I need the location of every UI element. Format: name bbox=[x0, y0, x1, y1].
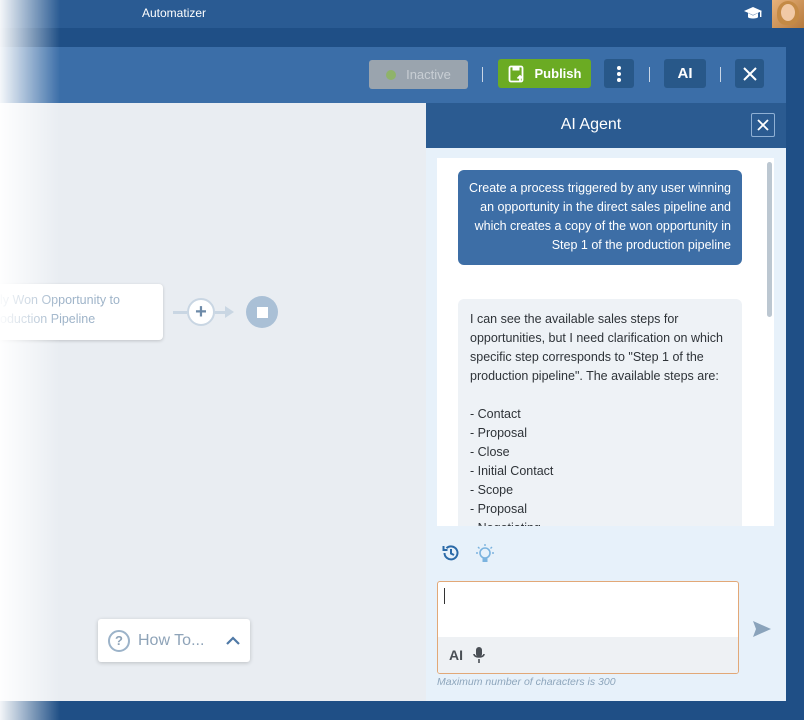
inactive-label: Inactive bbox=[406, 67, 451, 82]
process-canvas[interactable]: ly Won Opportunity to oduction Pipeline … bbox=[0, 103, 426, 701]
add-step-button[interactable]: + bbox=[187, 298, 215, 326]
process-node[interactable]: ly Won Opportunity to oduction Pipeline bbox=[0, 284, 163, 340]
ai-icon: AI bbox=[677, 65, 693, 82]
more-options-button[interactable] bbox=[604, 59, 634, 88]
more-vertical-icon bbox=[617, 65, 621, 82]
stop-icon bbox=[256, 306, 268, 318]
arrow-icon bbox=[225, 306, 234, 318]
history-icon[interactable] bbox=[441, 543, 461, 563]
agent-message: I can see the available sales steps for … bbox=[458, 299, 742, 526]
publish-icon bbox=[508, 65, 523, 82]
chat-history[interactable]: Create a process triggered by any user w… bbox=[437, 158, 774, 526]
ai-panel-title: AI Agent bbox=[560, 116, 622, 133]
microphone-icon[interactable] bbox=[473, 646, 485, 664]
how-to-label: How To... bbox=[138, 631, 205, 649]
publish-button[interactable]: Publish bbox=[498, 59, 591, 88]
ai-agent-panel: AI Agent Create a process triggered by a… bbox=[426, 103, 786, 701]
node-label-line1: ly Won Opportunity to bbox=[0, 293, 120, 307]
chat-scrollbar[interactable] bbox=[767, 162, 772, 317]
avatar[interactable] bbox=[772, 0, 804, 28]
separator bbox=[649, 67, 650, 82]
close-icon bbox=[757, 119, 769, 131]
inactive-toggle[interactable]: Inactive bbox=[369, 60, 468, 89]
ai-agent-button[interactable]: AI bbox=[664, 59, 706, 88]
how-to-button[interactable]: ? How To... bbox=[98, 619, 250, 662]
chat-input-footer: AI bbox=[438, 637, 738, 673]
ai-assist-icon[interactable]: AI bbox=[449, 647, 463, 663]
help-icon: ? bbox=[108, 629, 130, 652]
publish-label: Publish bbox=[534, 66, 582, 81]
node-label-line2: oduction Pipeline bbox=[0, 312, 96, 326]
chat-input[interactable]: AI bbox=[437, 581, 739, 674]
send-icon[interactable] bbox=[752, 620, 772, 638]
close-button[interactable] bbox=[735, 59, 764, 88]
user-message: Create a process triggered by any user w… bbox=[458, 170, 742, 265]
toolbar: Inactive Publish AI bbox=[0, 47, 786, 103]
end-node[interactable] bbox=[246, 296, 278, 328]
close-icon bbox=[742, 66, 757, 81]
separator bbox=[482, 67, 483, 82]
character-limit-hint: Maximum number of characters is 300 bbox=[437, 676, 616, 688]
separator bbox=[720, 67, 721, 82]
ai-panel-close-button[interactable] bbox=[751, 113, 775, 137]
status-dot-icon bbox=[386, 69, 397, 80]
text-cursor bbox=[444, 588, 445, 604]
app-title: Automatizer bbox=[142, 6, 207, 20]
top-bar: Automatizer bbox=[0, 0, 804, 28]
graduation-cap-icon[interactable] bbox=[738, 0, 768, 28]
chat-tools bbox=[441, 543, 495, 565]
chevron-up-icon bbox=[226, 635, 240, 645]
ai-panel-header: AI Agent bbox=[426, 103, 786, 148]
lightbulb-icon[interactable] bbox=[475, 543, 495, 565]
connector bbox=[173, 311, 187, 314]
